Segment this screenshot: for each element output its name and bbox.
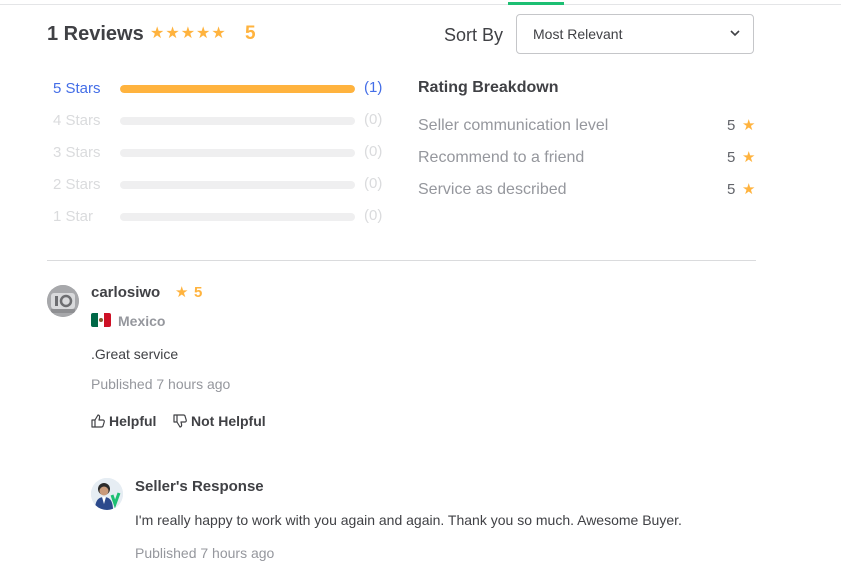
rating-bar — [120, 181, 355, 189]
helpful-label: Helpful — [109, 413, 157, 429]
helpful-button[interactable]: Helpful — [90, 413, 156, 429]
avatar-image — [91, 478, 123, 510]
sort-selected-value: Most Relevant — [533, 26, 623, 42]
thumbs-up-icon — [91, 414, 105, 428]
rating-bar-fill — [120, 85, 355, 93]
reviewer-country: Mexico — [118, 313, 166, 329]
breakdown-value: 5 — [727, 117, 736, 134]
rating-bar — [120, 149, 355, 157]
star-filter-1: 1 Star (0) — [53, 207, 393, 227]
star-icon: ★ — [180, 25, 196, 42]
breakdown-label: Seller communication level — [418, 117, 609, 134]
user-avatar[interactable] — [47, 285, 79, 317]
not-helpful-label: Not Helpful — [191, 413, 266, 429]
star-filter-2: 2 Stars (0) — [53, 175, 393, 195]
rating-bar — [120, 213, 355, 221]
star-filter-label: 3 Stars — [53, 144, 101, 161]
review-text: .Great service — [91, 346, 179, 362]
star-filter-5[interactable]: 5 Stars (1) — [53, 79, 393, 99]
star-filter-label: 5 Stars — [53, 80, 101, 97]
sort-by-label: Sort By — [444, 25, 504, 45]
overall-rating: 5 — [245, 23, 256, 44]
star-filter-label: 1 Star — [53, 208, 94, 225]
sort-dropdown[interactable]: Most Relevant — [516, 14, 754, 54]
chevron-down-icon — [730, 30, 740, 37]
rating-bar — [120, 85, 355, 93]
reviews-count-title: 1 Reviews — [47, 23, 144, 45]
seller-response-text: I'm really happy to work with you again … — [135, 512, 682, 528]
breakdown-row: Seller communication level 5 ★ — [418, 116, 758, 136]
breakdown-label: Recommend to a friend — [418, 149, 585, 166]
star-filter-count: (0) — [364, 175, 383, 192]
rating-bar — [120, 117, 355, 125]
overall-stars: ★ ★ ★ ★ ★ — [150, 25, 226, 43]
avatar-image — [47, 285, 79, 317]
breakdown-row: Service as described 5 ★ — [418, 180, 758, 200]
star-filter-count: (0) — [364, 207, 383, 224]
breakdown-value: 5 — [727, 149, 736, 166]
review-published-date: Published 7 hours ago — [91, 376, 231, 392]
seller-response-title: Seller's Response — [135, 478, 264, 495]
star-icon: ★ — [165, 25, 180, 42]
star-filter-4: 4 Stars (0) — [53, 111, 393, 131]
star-icon: ★ — [742, 117, 756, 134]
star-icon: ★ — [742, 181, 756, 198]
thumbs-down-icon — [173, 414, 187, 428]
reviewer-rating: 5 — [194, 284, 203, 301]
star-icon: ★ — [196, 25, 211, 42]
star-filter-count: (0) — [364, 111, 383, 128]
not-helpful-button[interactable]: Not Helpful — [172, 413, 266, 429]
star-filter-count: (1) — [364, 79, 383, 96]
rating-breakdown-title: Rating Breakdown — [418, 79, 559, 96]
star-icon: ★ — [150, 25, 165, 42]
seller-avatar[interactable] — [91, 478, 123, 510]
active-tab-indicator — [508, 2, 564, 5]
reviewer-username[interactable]: carlosiwo — [91, 284, 160, 301]
section-divider — [47, 260, 756, 261]
star-filter-label: 4 Stars — [53, 112, 101, 129]
star-filter-label: 2 Stars — [53, 176, 101, 193]
star-filter-count: (0) — [364, 143, 383, 160]
breakdown-label: Service as described — [418, 181, 567, 198]
breakdown-row: Recommend to a friend 5 ★ — [418, 148, 758, 168]
breakdown-value: 5 — [727, 181, 736, 198]
star-icon: ★ — [211, 25, 226, 42]
seller-response-published-date: Published 7 hours ago — [135, 545, 275, 561]
mexico-flag-icon — [91, 313, 111, 327]
star-filter-3: 3 Stars (0) — [53, 143, 393, 163]
star-icon: ★ — [742, 149, 756, 166]
star-icon: ★ — [175, 284, 189, 301]
top-border — [0, 4, 841, 5]
